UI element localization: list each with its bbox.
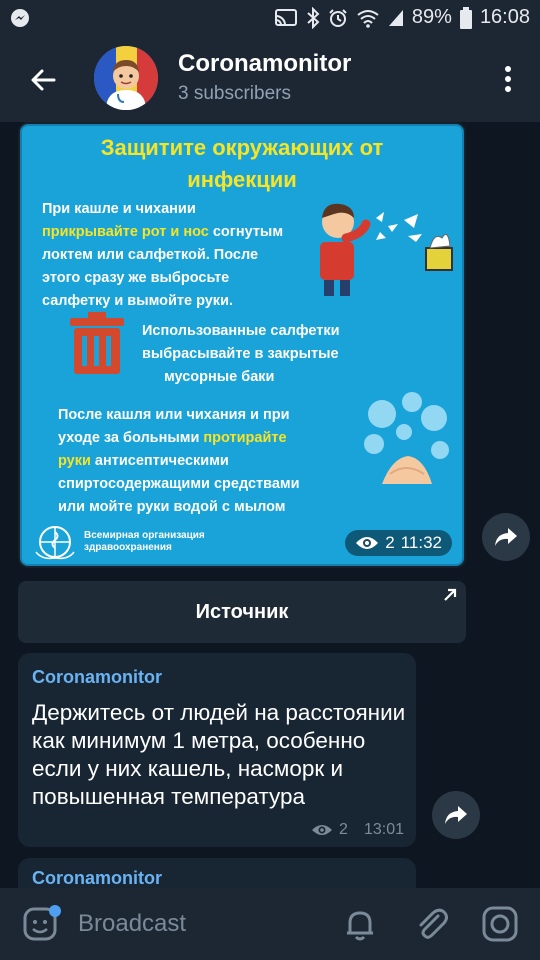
channel-title[interactable]: Coronamonitor: [178, 50, 351, 78]
share-button[interactable]: [482, 513, 530, 561]
camera-circle-icon: [482, 906, 518, 942]
message-text: Держитесь от людей на расстоянии как мин…: [32, 700, 406, 809]
status-bar: 89% 16:08: [0, 0, 540, 36]
sticker-icon: [23, 905, 61, 941]
battery-icon: [459, 6, 472, 29]
share-button[interactable]: [432, 791, 480, 839]
alarm-icon: [329, 8, 347, 27]
share-arrow-icon: [445, 806, 467, 824]
message-feed[interactable]: Защитите окружающих от инфекции При кашл…: [0, 122, 540, 888]
broadcast-input[interactable]: Broadcast: [78, 910, 186, 938]
photo-message[interactable]: Защитите окружающих от инфекции При кашл…: [18, 122, 466, 568]
clock: 16:08: [479, 6, 530, 28]
message-time: 11:32: [400, 533, 442, 552]
attach-button[interactable]: [414, 906, 450, 947]
bluetooth-icon: [307, 6, 320, 29]
infographic-image[interactable]: Защитите окружающих от инфекции При кашл…: [20, 124, 464, 566]
view-count: 2: [385, 533, 395, 552]
back-button[interactable]: [24, 60, 64, 100]
source-link-button[interactable]: Источник: [18, 581, 466, 643]
poster-paragraph-3: После кашля или чихания и при уходе за б…: [58, 407, 300, 515]
external-link-arrow-icon: [444, 588, 457, 601]
instant-camera-button[interactable]: [482, 906, 518, 947]
text-message[interactable]: Coronamonitor Держитесь от людей на расс…: [18, 653, 416, 847]
photo-meta-badge: 2 11:32: [345, 530, 452, 556]
mute-toggle-button[interactable]: [342, 906, 378, 947]
broadcast-composer: Broadcast: [0, 888, 540, 960]
channel-header: Coronamonitor 3 subscribers: [0, 36, 540, 122]
share-arrow-icon: [495, 528, 517, 546]
handwashing-illustration: [364, 392, 449, 484]
text-message[interactable]: Coronamonitor: [18, 858, 416, 888]
more-vertical-icon: [505, 66, 511, 92]
cast-icon: [274, 8, 297, 26]
more-menu-button[interactable]: [498, 64, 518, 94]
battery-percent: 89%: [411, 6, 452, 28]
poster-title: Защитите окружающих от инфекции: [100, 135, 384, 192]
source-label: Источник: [195, 601, 289, 623]
who-logo: [35, 526, 75, 560]
view-count: 2: [339, 821, 348, 838]
message-author[interactable]: Coronamonitor: [32, 868, 162, 888]
wifi-icon: [357, 9, 379, 28]
subscriber-count: 3 subscribers: [178, 83, 291, 104]
who-caption: Всемирная организация здравоохранения: [84, 530, 205, 553]
bell-icon: [347, 911, 373, 941]
trash-bin-icon: [70, 312, 124, 374]
messenger-icon: [10, 8, 30, 33]
poster-paragraph-1: При кашле и чихании прикрывайте рот и но…: [42, 201, 284, 309]
message-author[interactable]: Coronamonitor: [32, 667, 162, 688]
poster-paragraph-2: Использованные салфетки выбрасывайте в з…: [142, 323, 340, 385]
eye-icon: [312, 825, 333, 835]
eye-icon: [356, 537, 379, 549]
channel-avatar[interactable]: [94, 46, 158, 110]
paperclip-icon: [419, 908, 448, 939]
signal-icon: [388, 9, 403, 26]
message-meta: 2 13:01: [311, 821, 404, 839]
message-time: 13:01: [363, 821, 404, 838]
arrow-left-icon: [31, 69, 56, 91]
sneezing-person-illustration: [320, 203, 453, 296]
sticker-emoji-button[interactable]: [22, 904, 62, 949]
